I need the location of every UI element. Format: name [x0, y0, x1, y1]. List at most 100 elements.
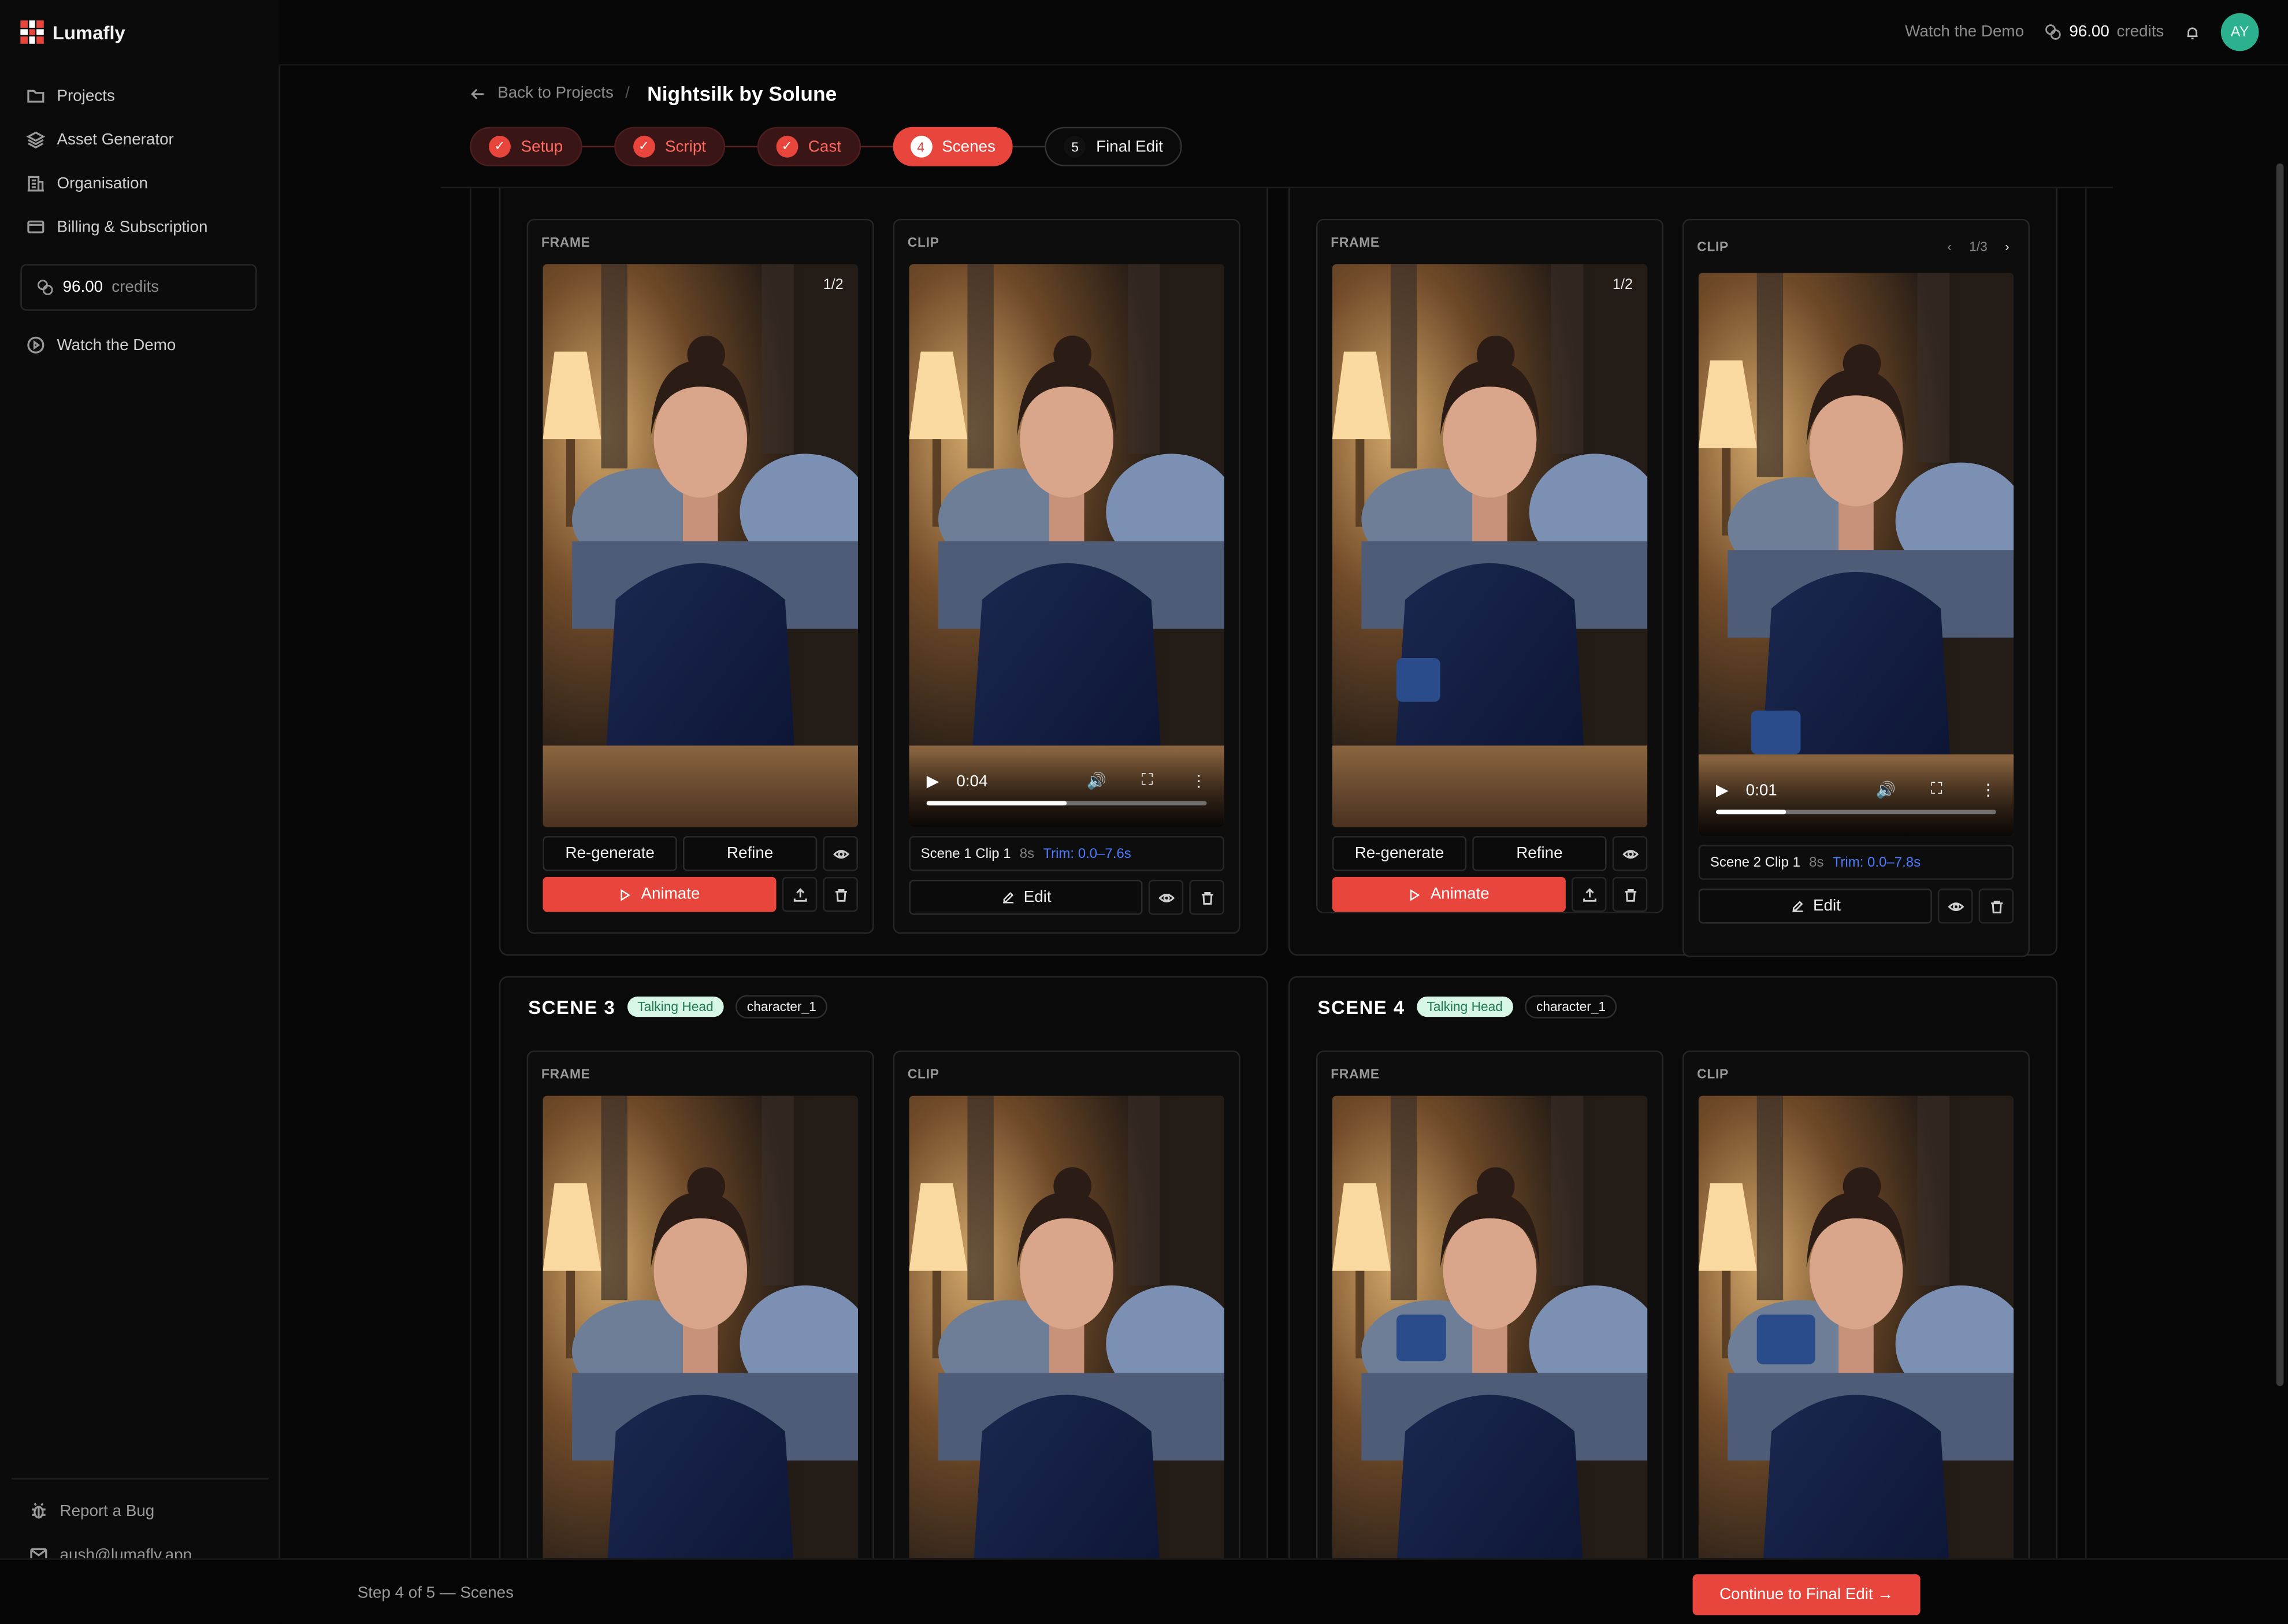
sidebar-item-label: Organisation — [57, 174, 148, 192]
clip-name: Scene 1 Clip 1 — [920, 845, 1011, 862]
clip-duration: 8s — [1019, 845, 1035, 862]
preview-button[interactable] — [1612, 836, 1648, 871]
sidebar-item-label: Billing & Subscription — [57, 218, 208, 236]
clip-video[interactable] — [1698, 1095, 2014, 1559]
frame-image[interactable] — [543, 1095, 858, 1559]
refine-button[interactable]: Refine — [1472, 836, 1607, 871]
scene-3-card: SCENE 3 Talking Head character_1 FRAME C… — [499, 976, 1268, 1559]
preview-button[interactable] — [1937, 889, 1973, 924]
edit-button[interactable]: Edit — [1698, 889, 1932, 924]
credits-box[interactable]: 96.00 credits — [20, 264, 257, 311]
preview-button[interactable] — [1148, 879, 1184, 915]
sidebar-item-label: Projects — [57, 87, 115, 105]
frame-image[interactable] — [1332, 1095, 1648, 1559]
character-badge[interactable]: character_1 — [735, 995, 828, 1019]
animate-button[interactable]: Animate — [543, 876, 777, 912]
play-icon[interactable]: ▶ — [1716, 781, 1728, 800]
scrollbar[interactable] — [2276, 163, 2284, 1387]
clip-video[interactable]: ▶ 0:04 🔊 ⛶ ⋮ — [909, 264, 1224, 827]
topbar-credits: 96.00 credits — [2044, 23, 2164, 41]
footer-bar: Step 4 of 5 — Scenes Continue to Final E… — [0, 1558, 2288, 1624]
step-connector — [582, 146, 614, 148]
volume-icon[interactable]: 🔊 — [1086, 772, 1106, 791]
upload-button[interactable] — [782, 876, 818, 912]
upload-icon — [793, 887, 807, 901]
logo[interactable]: Lumafly — [20, 20, 125, 44]
sidebar-item-billing[interactable]: Billing & Subscription — [26, 217, 207, 236]
sidebar-watch-demo[interactable]: Watch the Demo — [26, 336, 176, 355]
topbar-actions: Watch the Demo 96.00 credits AY — [1905, 13, 2259, 51]
watch-demo-label: Watch the Demo — [57, 336, 176, 354]
clip-counter: 1/3 — [1969, 239, 1988, 254]
continue-button[interactable]: Continue to Final Edit → — [1692, 1574, 1921, 1615]
video-progress[interactable] — [1715, 809, 1996, 815]
step-number: 5 — [1064, 135, 1086, 158]
edit-icon — [1792, 901, 1803, 912]
step-setup[interactable]: ✓ Setup — [470, 127, 582, 166]
upload-button[interactable] — [1571, 876, 1607, 912]
play-circle-icon — [27, 336, 44, 354]
delete-button[interactable] — [823, 876, 858, 912]
frame-label: FRAME — [541, 1066, 590, 1082]
topbar-watch-demo[interactable]: Watch the Demo — [1905, 23, 2024, 40]
page-title: Nightsilk by Solune — [647, 81, 837, 105]
clip-info: Scene 2 Clip 1 8s Trim: 0.0–7.8s — [1698, 845, 2014, 880]
step-status: Step 4 of 5 — Scenes — [357, 1584, 514, 1602]
play-icon[interactable]: ▶ — [927, 772, 939, 791]
chevron-left-icon[interactable]: ‹ — [1947, 239, 1952, 254]
sidebar-item-organisation[interactable]: Organisation — [26, 174, 148, 193]
scene-type-badge: Talking Head — [627, 996, 724, 1017]
eye-icon — [832, 849, 849, 858]
volume-icon[interactable]: 🔊 — [1876, 781, 1896, 800]
scene-title: SCENE 4 — [1317, 995, 1405, 1018]
report-bug-link[interactable]: Report a Bug — [29, 1502, 154, 1521]
step-label: Script — [664, 137, 707, 155]
back-to-projects-link[interactable]: Back to Projects — [497, 84, 614, 102]
frame-image[interactable]: 1/2 — [543, 264, 858, 827]
character-badge[interactable]: character_1 — [1524, 995, 1618, 1019]
arrow-left-icon[interactable] — [470, 86, 486, 102]
frame-counter: 1/2 — [823, 277, 844, 293]
fullscreen-icon[interactable]: ⛶ — [1142, 772, 1153, 791]
video-controls: ▶ 0:01 🔊 ⛶ ⋮ — [1698, 760, 2014, 837]
building-icon — [27, 176, 44, 192]
sidebar-item-asset-generator[interactable]: Asset Generator — [26, 130, 174, 149]
step-scenes[interactable]: 4 Scenes — [892, 127, 1013, 166]
delete-button[interactable] — [1978, 889, 2014, 924]
coins-icon — [37, 280, 53, 295]
bug-icon — [32, 1503, 46, 1519]
more-icon[interactable]: ⋮ — [1191, 772, 1207, 791]
refine-button[interactable]: Refine — [682, 836, 818, 871]
step-connector — [725, 146, 757, 148]
sidebar-divider — [12, 1478, 269, 1480]
more-icon[interactable]: ⋮ — [1980, 781, 1996, 800]
delete-button[interactable] — [1612, 876, 1648, 912]
regenerate-button[interactable]: Re-generate — [1332, 836, 1467, 871]
clip-video[interactable] — [909, 1095, 1224, 1559]
upload-icon — [1582, 887, 1596, 901]
trash-icon — [1201, 891, 1213, 904]
clip-label: CLIP — [1697, 1066, 1729, 1082]
fullscreen-icon[interactable]: ⛶ — [1931, 781, 1942, 800]
step-script[interactable]: ✓ Script — [614, 127, 725, 166]
video-progress[interactable] — [926, 801, 1207, 806]
chevron-right-icon[interactable]: › — [2005, 239, 2010, 254]
scenes-scroll-area[interactable]: FRAME 1/2 Re-generate Refine Animate CLI… — [441, 188, 2113, 1559]
avatar[interactable]: AY — [2220, 13, 2259, 51]
step-cast[interactable]: ✓ Cast — [757, 127, 860, 166]
step-number: 4 — [909, 135, 932, 158]
clip-card: CLIP ‹ 1/3 › ▶ 0:01 🔊 ⛶ ⋮ Scene 2 Clip 1… — [1682, 218, 2030, 957]
step-label: Setup — [521, 137, 563, 155]
preview-button[interactable] — [823, 836, 858, 871]
regenerate-button[interactable]: Re-generate — [543, 836, 677, 871]
animate-button[interactable]: Animate — [1332, 876, 1566, 912]
clip-label: CLIP — [907, 1066, 939, 1082]
step-final-edit[interactable]: 5 Final Edit — [1045, 127, 1182, 166]
delete-button[interactable] — [1189, 879, 1224, 915]
clip-video[interactable]: ▶ 0:01 🔊 ⛶ ⋮ — [1698, 273, 2014, 837]
edit-button[interactable]: Edit — [909, 879, 1143, 915]
frame-image[interactable]: 1/2 — [1332, 264, 1648, 827]
sidebar-item-projects[interactable]: Projects — [26, 86, 115, 105]
play-icon — [621, 888, 631, 901]
bell-icon[interactable] — [2185, 24, 2201, 40]
